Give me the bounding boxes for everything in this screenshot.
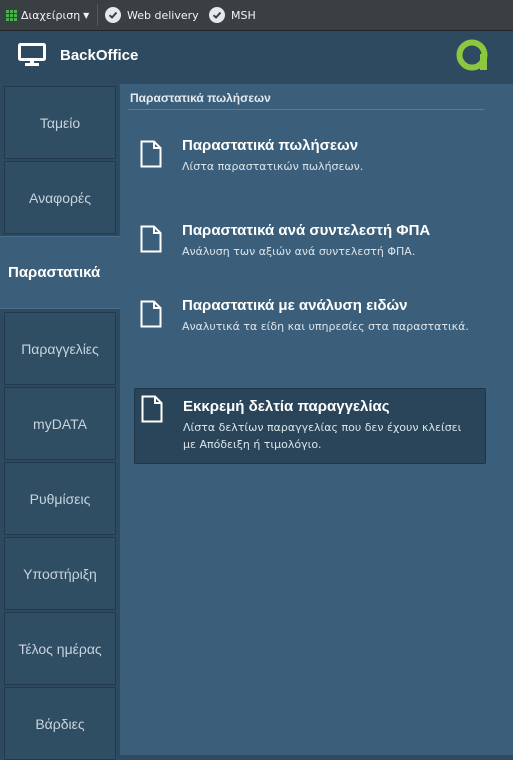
document-icon: [140, 300, 162, 332]
sidebar-item-documents[interactable]: Παραστατικά: [0, 236, 126, 309]
monitor-icon: [18, 43, 46, 71]
sidebar-item-settings[interactable]: Ρυθμίσεις: [4, 462, 116, 535]
top-toolbar: Διαχείριση ▼ Web delivery MSH: [0, 0, 513, 31]
web-delivery-button[interactable]: Web delivery: [105, 0, 199, 30]
sidebar-item-reports[interactable]: Αναφορές: [4, 161, 116, 234]
document-description: Λίστα παραστατικών πωλήσεων.: [182, 160, 364, 173]
sidebar-item-label: Ρυθμίσεις: [29, 490, 91, 507]
sidebar-item-orders[interactable]: Παραγγελίες: [4, 312, 116, 385]
document-description: Λίστα δελτίων παραγγελίας που δεν έχουν …: [183, 421, 462, 451]
document-title: Παραστατικά ανά συντελεστή ΦΠΑ: [182, 222, 431, 239]
sidebar-item-label: Ταμείο: [39, 114, 81, 131]
document-description: Αναλυτικά τα είδη και υπηρεσίες στα παρα…: [182, 320, 469, 333]
document-link-vat[interactable]: Παραστατικά ανά συντελεστή ΦΠΑ Ανάλυση τ…: [134, 219, 484, 289]
section-title: Παραστατικά πωλήσεων: [130, 91, 271, 105]
sidebar-item-label: Βάρδιες: [35, 715, 85, 732]
app-header: BackOffice: [0, 31, 513, 81]
document-link-sales[interactable]: Παραστατικά πωλήσεων Λίστα παραστατικών …: [134, 134, 484, 204]
management-menu[interactable]: Διαχείριση ▼: [6, 0, 89, 30]
sidebar-item-cash[interactable]: Ταμείο: [4, 86, 116, 159]
management-menu-label: Διαχείριση: [21, 8, 81, 22]
web-delivery-label: Web delivery: [127, 8, 199, 22]
section-divider: [128, 109, 484, 110]
document-icon: [140, 225, 162, 257]
document-description: Ανάλυση των αξιών ανά συντελεστή ΦΠΑ.: [182, 245, 416, 258]
check-circle-icon: [209, 7, 225, 23]
sidebar-item-mydata[interactable]: myDATA: [4, 387, 116, 460]
sidebar-item-label: Τέλος ημέρας: [18, 640, 102, 657]
sidebar-item-label: myDATA: [33, 415, 87, 432]
app-title: BackOffice: [60, 47, 139, 64]
brand-logo-icon: [455, 38, 491, 76]
document-icon: [140, 140, 162, 172]
document-link-pending-orders[interactable]: Εκκρεμή δελτία παραγγελίας Λίστα δελτίων…: [134, 388, 486, 464]
document-link-items[interactable]: Παραστατικά με ανάλυση ειδών Αναλυτικά τ…: [134, 294, 484, 364]
sidebar-item-shifts[interactable]: Βάρδιες: [4, 687, 116, 760]
msh-button[interactable]: MSH: [209, 0, 256, 30]
sidebar-item-label: Παραγγελίες: [21, 340, 99, 357]
grid-icon: [6, 9, 17, 21]
sidebar-item-label: Υποστήριξη: [23, 565, 97, 582]
caret-down-icon: ▼: [83, 10, 90, 20]
document-title: Παραστατικά πωλήσεων: [182, 137, 359, 154]
check-circle-icon: [105, 7, 121, 23]
msh-label: MSH: [231, 8, 256, 22]
toolbar-divider: [97, 4, 98, 26]
sidebar-item-end-of-day[interactable]: Τέλος ημέρας: [4, 612, 116, 685]
document-title: Εκκρεμή δελτία παραγγελίας: [183, 398, 390, 415]
sidebar: Ταμείο Αναφορές Παραστατικά Παραγγελίες …: [0, 84, 126, 760]
sidebar-item-support[interactable]: Υποστήριξη: [4, 537, 116, 610]
content-panel: Παραστατικά πωλήσεων Παραστατικά πωλήσεω…: [120, 84, 513, 755]
document-title: Παραστατικά με ανάλυση ειδών: [182, 297, 408, 314]
document-icon: [141, 395, 163, 427]
sidebar-item-label: Παραστατικά: [8, 264, 101, 281]
sidebar-item-label: Αναφορές: [29, 189, 91, 206]
